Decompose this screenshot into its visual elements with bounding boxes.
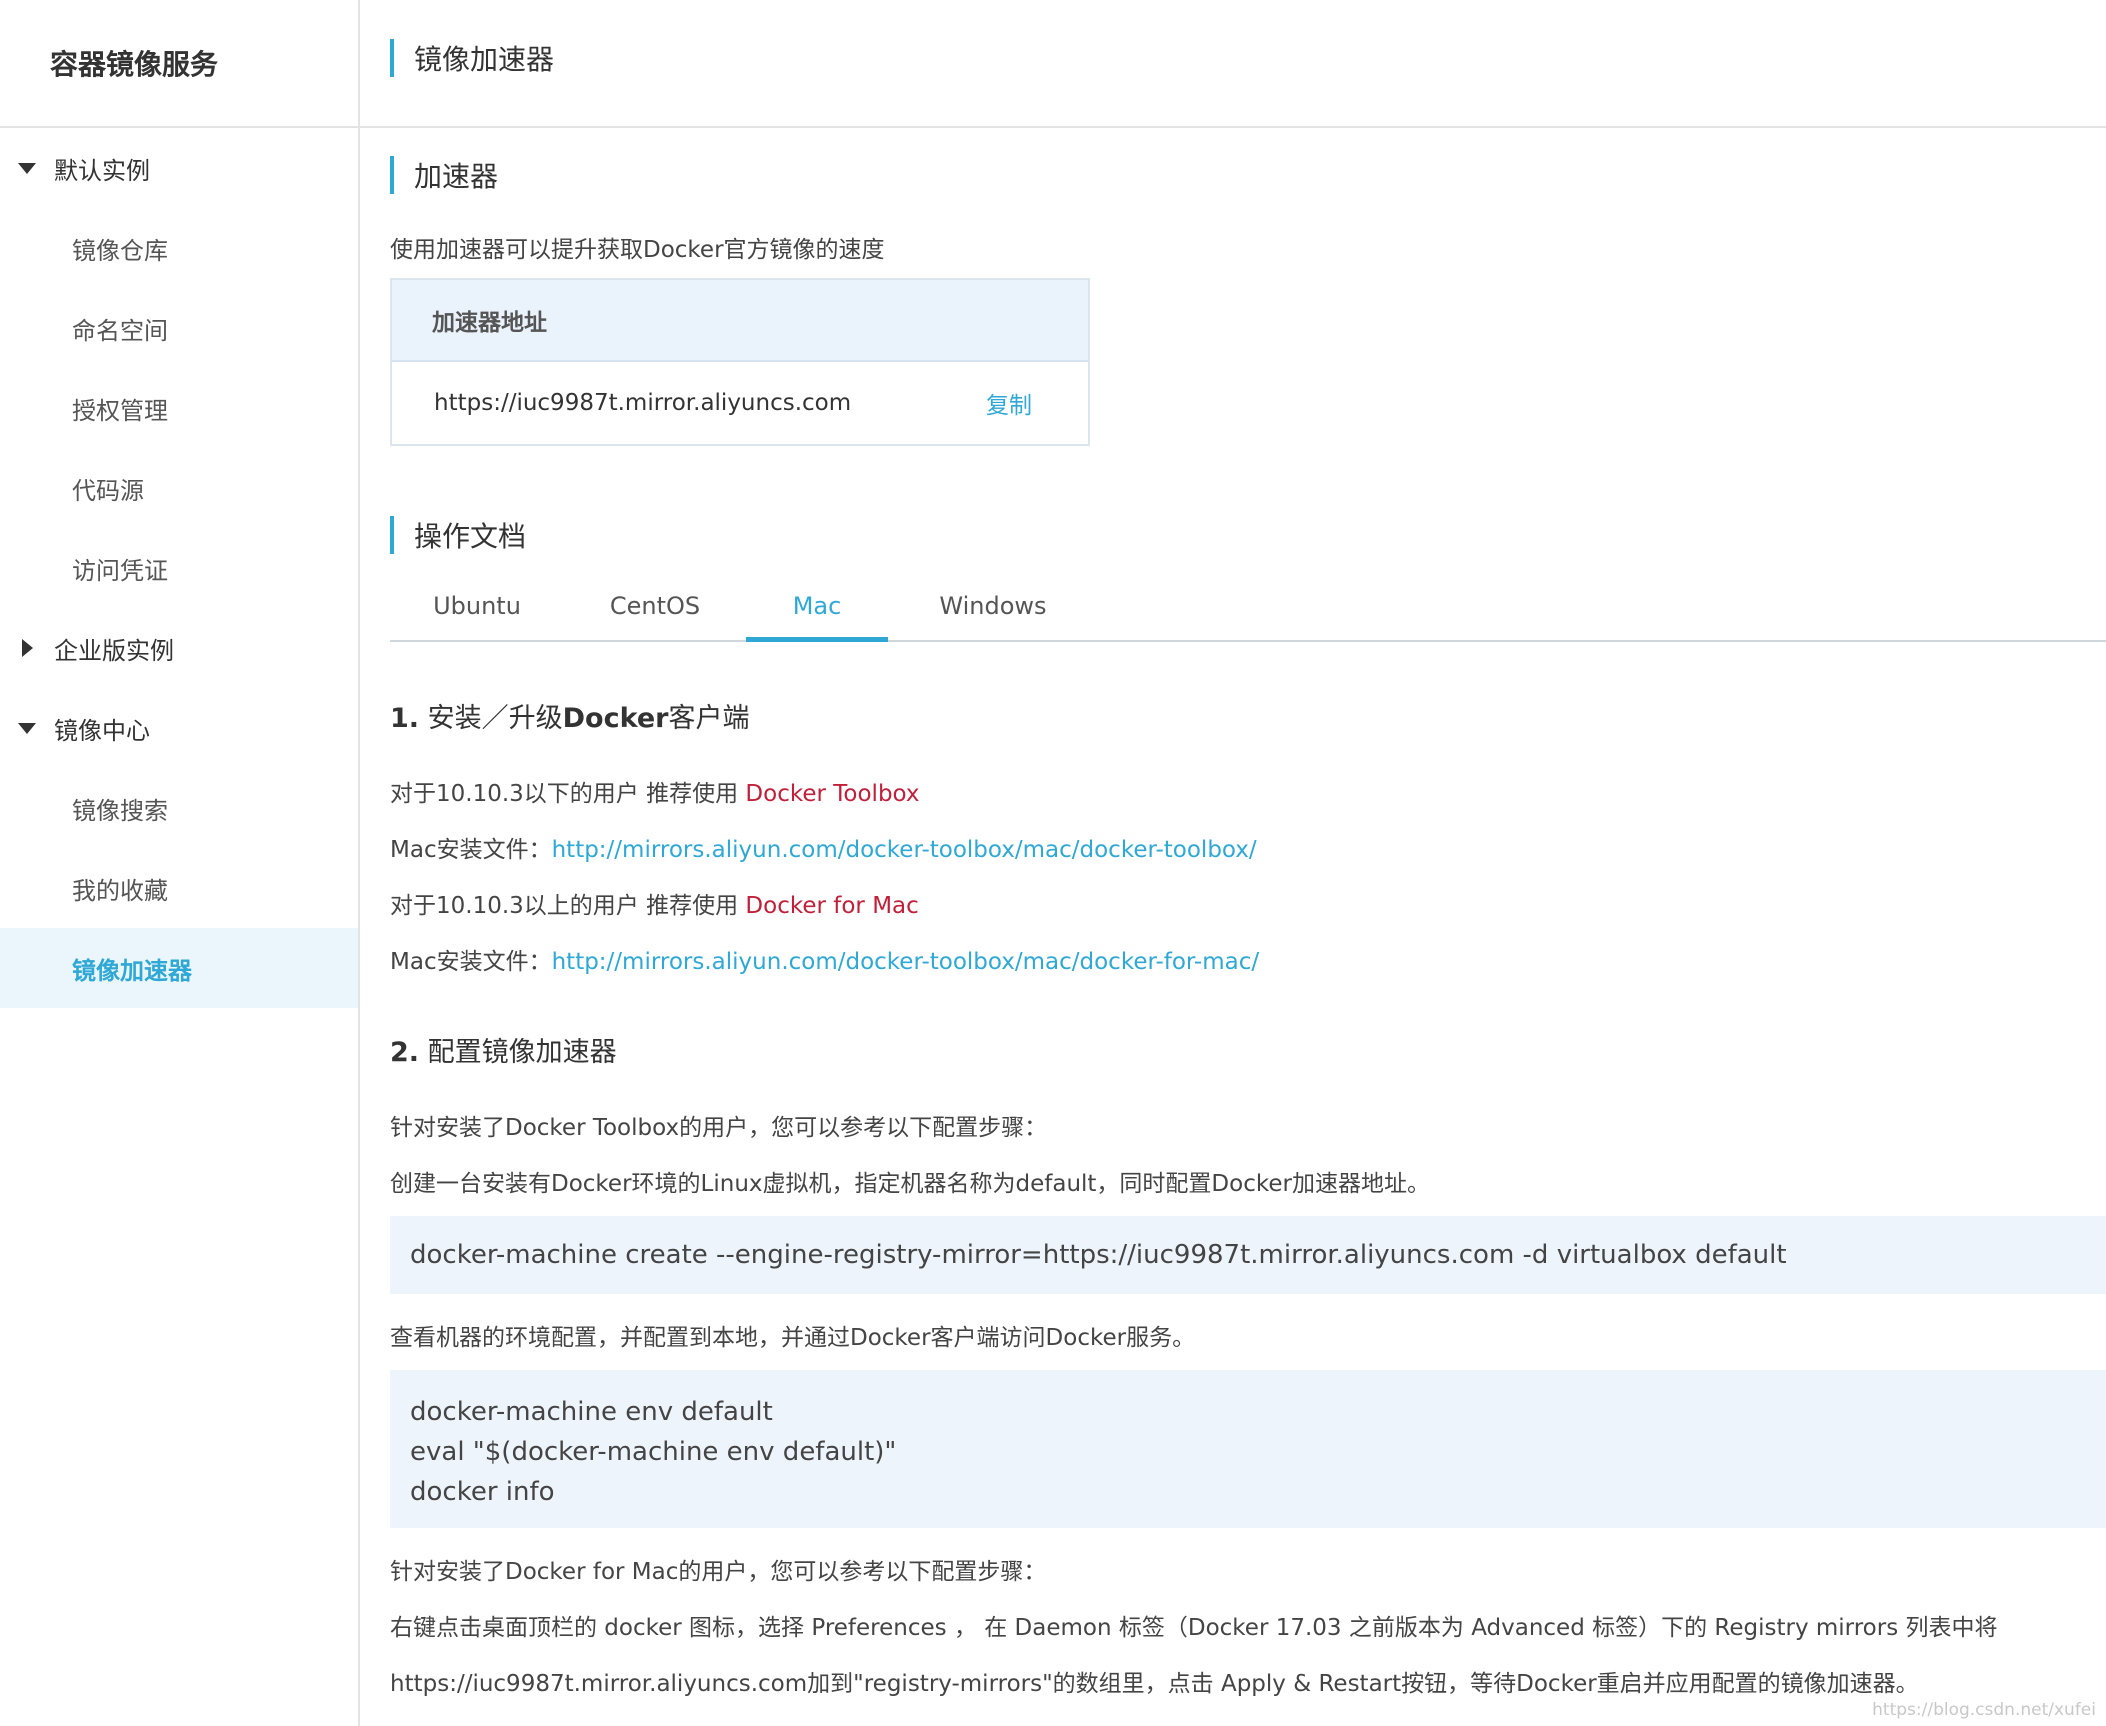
copy-button[interactable]: 复制 [986,386,1032,420]
section-title-text: 操作文档 [414,520,527,553]
preferences-instruction: 右键点击桌面顶栏的 docker 图标，选择 Preferences ， 在 D… [390,1615,1998,1641]
step-number: 2. [390,1037,420,1068]
env-config-instruction: 查看机器的环境配置，并配置到本地，并通过Docker客户端访问Docker服务。 [390,1325,1196,1351]
sidebar-item-namespaces[interactable]: 命名空间 [0,288,358,368]
code-line: eval "$(docker-machine env default)" [410,1437,897,1467]
tab-centos[interactable]: CentOS [564,590,746,642]
caret-down-icon [0,162,54,174]
step-title-part: 客户端 [668,703,750,734]
accelerator-address-table: 加速器地址 https://iuc9987t.mirror.aliyuncs.c… [390,278,1090,446]
sidebar-group-enterprise-instance[interactable]: 企业版实例 [0,608,358,688]
title-accent-bar [390,516,394,554]
tab-mac[interactable]: Mac [746,590,888,642]
title-accent-bar [390,156,394,194]
code-line: docker-machine create --engine-registry-… [410,1240,1787,1270]
registry-mirrors-instruction: https://iuc9987t.mirror.aliyuncs.com加到"r… [390,1671,1919,1697]
toolbox-config-intro: 针对安装了Docker Toolbox的用户，您可以参考以下配置步骤： [390,1115,1048,1141]
main-content: 镜像加速器 加速器 使用加速器可以提升获取Docker官方镜像的速度 加速器地址… [360,0,2106,1726]
accelerator-section-title: 加速器 [390,155,498,195]
sidebar-item-access-credentials[interactable]: 访问凭证 [0,528,358,608]
docs-section-title: 操作文档 [390,515,526,555]
table-row: https://iuc9987t.mirror.aliyuncs.com 复制 [392,362,1088,444]
sidebar-group-default-instance[interactable]: 默认实例 [0,128,358,208]
step-title-part: 配置镜像加速器 [427,1037,617,1068]
title-accent-bar [390,39,394,77]
docker-for-mac-config-intro: 针对安装了Docker for Mac的用户，您可以参考以下配置步骤： [390,1559,1047,1585]
code-line: docker info [410,1477,555,1507]
sidebar-item-code-source[interactable]: 代码源 [0,448,358,528]
os-tabs: Ubuntu CentOS Mac Windows [390,590,2106,642]
accelerator-address: https://iuc9987t.mirror.aliyuncs.com [434,390,852,416]
code-block-create: docker-machine create --engine-registry-… [390,1216,2106,1294]
create-vm-instruction: 创建一台安装有Docker环境的Linux虚拟机，指定机器名称为default，… [390,1171,1430,1197]
docker-for-mac-download-link[interactable]: http://mirrors.aliyun.com/docker-toolbox… [552,949,1260,975]
watermark: https://blog.csdn.net/xufei [1872,1700,2096,1720]
docker-for-mac-link[interactable]: Docker for Mac [745,893,918,919]
code-block-env: docker-machine env default eval "$(docke… [390,1370,2106,1528]
page-title: 镜像加速器 [390,38,554,78]
sidebar-group-label: 默认实例 [54,156,150,185]
docker-for-mac-recommendation: 对于10.10.3以上的用户 推荐使用 Docker for Mac [390,886,919,920]
sidebar: 容器镜像服务 默认实例 镜像仓库 命名空间 授权管理 代码源 访问凭证 企业版实… [0,0,360,1726]
code-line: docker-machine env default [410,1397,773,1427]
sidebar-item-image-search[interactable]: 镜像搜索 [0,768,358,848]
table-header: 加速器地址 [392,280,1088,362]
sidebar-group-label: 企业版实例 [54,636,174,665]
step1-heading: 1. 安装／升级Docker客户端 [390,696,749,735]
docker-toolbox-link[interactable]: Docker Toolbox [745,781,919,807]
sidebar-item-repositories[interactable]: 镜像仓库 [0,208,358,288]
sidebar-group-label: 镜像中心 [54,716,150,745]
paragraph-text: Mac安装文件： [390,837,552,863]
sidebar-item-favorites[interactable]: 我的收藏 [0,848,358,928]
step-number: 1. [390,703,420,734]
paragraph-text: 对于10.10.3以下的用户 推荐使用 [390,781,746,807]
tab-windows[interactable]: Windows [888,590,1098,642]
sidebar-title: 容器镜像服务 [0,0,358,128]
section-title-text: 加速器 [414,160,499,193]
step-title-part: Docker [562,703,669,734]
docker-for-mac-download: Mac安装文件：http://mirrors.aliyun.com/docker… [390,942,1259,976]
page-header [360,0,2106,128]
sidebar-item-authorization[interactable]: 授权管理 [0,368,358,448]
paragraph-text: 对于10.10.3以上的用户 推荐使用 [390,893,746,919]
step2-heading: 2. 配置镜像加速器 [390,1030,617,1069]
step-title-part: 安装／升级 [427,703,563,734]
accelerator-description: 使用加速器可以提升获取Docker官方镜像的速度 [390,237,885,263]
page-title-text: 镜像加速器 [414,43,555,76]
paragraph-text: Mac安装文件： [390,949,552,975]
tab-ubuntu[interactable]: Ubuntu [390,590,564,642]
sidebar-item-accelerator[interactable]: 镜像加速器 [0,928,358,1008]
toolbox-download: Mac安装文件：http://mirrors.aliyun.com/docker… [390,830,1257,864]
toolbox-recommendation: 对于10.10.3以下的用户 推荐使用 Docker Toolbox [390,774,920,808]
caret-down-icon [0,722,54,734]
sidebar-group-image-center[interactable]: 镜像中心 [0,688,358,768]
toolbox-download-link[interactable]: http://mirrors.aliyun.com/docker-toolbox… [552,837,1257,863]
caret-right-icon [0,639,54,657]
